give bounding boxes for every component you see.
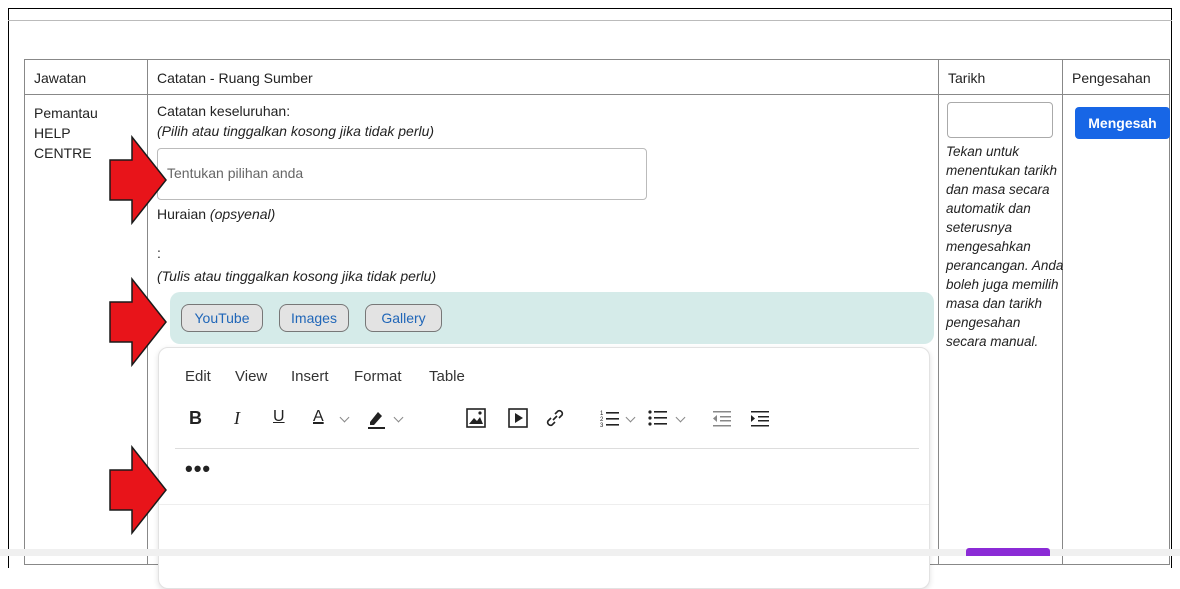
bullet-list-icon[interactable] bbox=[647, 407, 669, 429]
position-line-1: Pemantau bbox=[34, 105, 98, 121]
chevron-down-icon[interactable] bbox=[625, 412, 636, 423]
description-label: Huraian (opsyenal) bbox=[157, 206, 276, 222]
menu-edit[interactable]: Edit bbox=[185, 368, 211, 385]
media-button-bar: YouTube Images Gallery bbox=[170, 292, 934, 344]
annotation-arrow-icon bbox=[109, 444, 167, 536]
images-button[interactable]: Images bbox=[279, 304, 349, 332]
header-date: Tarikh bbox=[938, 59, 1063, 95]
purple-tab bbox=[966, 548, 1050, 556]
menu-format[interactable]: Format bbox=[354, 368, 402, 385]
description-colon: : bbox=[157, 245, 161, 261]
chevron-down-icon[interactable] bbox=[675, 412, 686, 423]
gallery-button[interactable]: Gallery bbox=[365, 304, 442, 332]
media-icon[interactable] bbox=[507, 407, 529, 429]
date-hint: Tekan untuk menentukan tarikh dan masa s… bbox=[946, 144, 1064, 349]
youtube-button[interactable]: YouTube bbox=[181, 304, 263, 332]
header-position: Jawatan bbox=[24, 59, 148, 95]
header-approval: Pengesahan bbox=[1062, 59, 1170, 95]
menu-table[interactable]: Table bbox=[429, 368, 465, 385]
editor-content-divider bbox=[159, 504, 929, 505]
menu-view[interactable]: View bbox=[235, 368, 267, 385]
choice-select[interactable]: Tentukan pilihan anda bbox=[157, 148, 647, 200]
image-icon[interactable] bbox=[465, 407, 487, 429]
text-color-icon[interactable]: A bbox=[313, 408, 324, 426]
overall-label: Catatan keseluruhan: bbox=[157, 103, 291, 119]
table-row: Pemantau HELP CENTRE Catatan keseluruhan… bbox=[24, 94, 1170, 589]
chevron-down-icon[interactable] bbox=[339, 412, 350, 423]
link-icon[interactable] bbox=[543, 406, 567, 430]
bold-icon[interactable]: B bbox=[189, 408, 202, 429]
numbered-list-icon[interactable]: 1 2 3 bbox=[599, 407, 621, 429]
approve-button[interactable]: Mengesah bbox=[1075, 107, 1170, 139]
top-divider bbox=[8, 20, 1172, 21]
highlight-icon[interactable] bbox=[365, 408, 387, 430]
menu-insert[interactable]: Insert bbox=[291, 368, 329, 385]
approval-cell: Mengesah bbox=[1062, 94, 1170, 565]
outdent-icon[interactable] bbox=[711, 407, 733, 429]
table-header-row: Jawatan Catatan - Ruang Sumber Tarikh Pe… bbox=[24, 59, 1170, 95]
date-cell: Tekan untuk menentukan tarikh dan masa s… bbox=[938, 94, 1064, 565]
date-input[interactable] bbox=[947, 102, 1053, 138]
toolbar-divider bbox=[175, 448, 919, 449]
chevron-down-icon[interactable] bbox=[393, 412, 404, 423]
underline-icon[interactable]: U bbox=[273, 408, 285, 426]
notes-cell: Catatan keseluruhan: (Pilih atau tinggal… bbox=[147, 94, 939, 589]
annotation-arrow-icon bbox=[109, 276, 167, 368]
more-tools-button[interactable]: ••• bbox=[185, 456, 211, 482]
planning-table: Jawatan Catatan - Ruang Sumber Tarikh Pe… bbox=[24, 59, 1170, 589]
select-placeholder: Tentukan pilihan anda bbox=[167, 165, 304, 181]
overall-hint: (Pilih atau tinggalkan kosong jika tidak… bbox=[157, 123, 435, 139]
annotation-arrow-icon bbox=[109, 134, 167, 226]
svg-text:3: 3 bbox=[600, 423, 604, 429]
write-hint: (Tulis atau tinggalkan kosong jika tidak… bbox=[157, 268, 437, 284]
italic-icon[interactable]: I bbox=[234, 408, 240, 429]
header-notes: Catatan - Ruang Sumber bbox=[147, 59, 939, 95]
indent-icon[interactable] bbox=[749, 407, 771, 429]
